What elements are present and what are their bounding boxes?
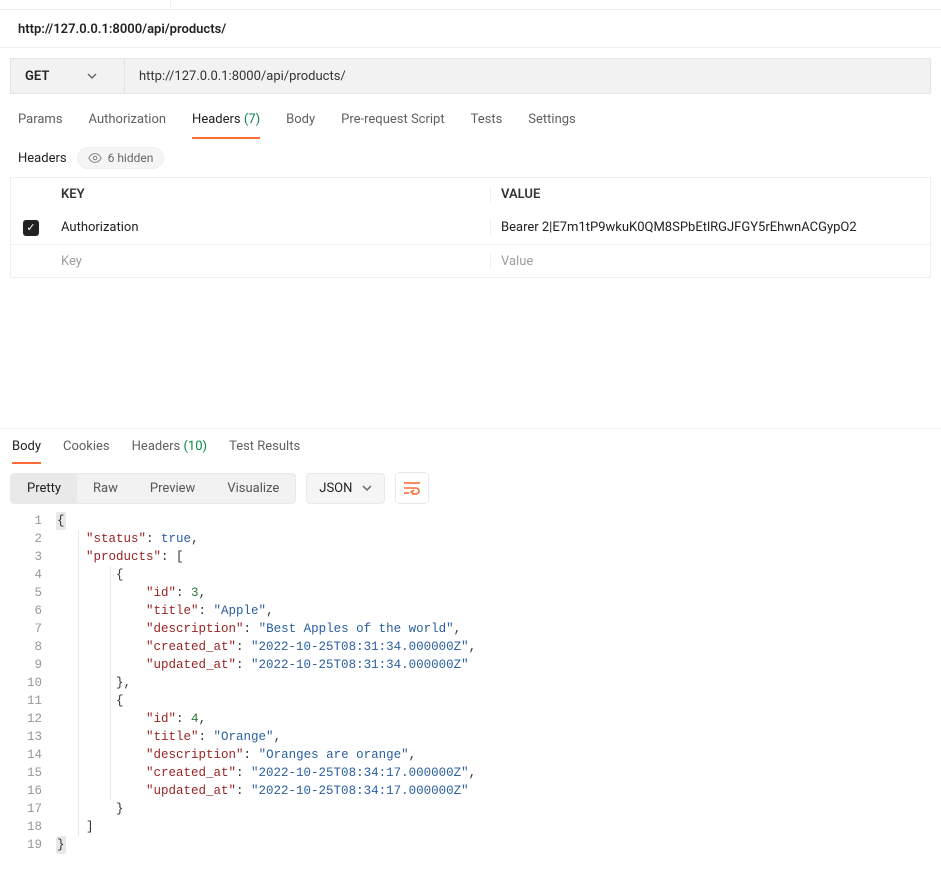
tab-count: (7) bbox=[241, 112, 261, 127]
response-controls: PrettyRawPreviewVisualize JSON bbox=[10, 464, 931, 512]
code-line: }, bbox=[56, 674, 931, 692]
headers-table: KEY VALUE ✓ AuthorizationBearer 2|E7m1tP9… bbox=[10, 177, 931, 278]
row-checkbox-empty bbox=[23, 253, 39, 269]
code-line: "title": "Apple", bbox=[56, 602, 931, 620]
code-line: "title": "Orange", bbox=[56, 728, 931, 746]
headers-label: Headers bbox=[18, 151, 67, 166]
code-line: { bbox=[56, 512, 931, 530]
code-line: ] bbox=[56, 818, 931, 836]
tab-count: (10) bbox=[180, 439, 207, 454]
request-row: GET http://127.0.0.1:8000/api/products/ bbox=[10, 58, 931, 94]
code-line: "id": 4, bbox=[56, 710, 931, 728]
code-line: { bbox=[56, 692, 931, 710]
code-line: "id": 3, bbox=[56, 584, 931, 602]
response-section: Body Cookies Headers (10) Test Results Pret… bbox=[0, 428, 941, 874]
headers-table-header: KEY VALUE bbox=[11, 178, 930, 211]
tab-settings[interactable]: Settings bbox=[528, 112, 575, 139]
tab-body[interactable]: Body bbox=[286, 112, 315, 139]
request-url-text: http://127.0.0.1:8000/api/products/ bbox=[139, 69, 346, 84]
hidden-headers-badge[interactable]: 6 hidden bbox=[77, 147, 165, 169]
response-tab-cookies[interactable]: Cookies bbox=[63, 439, 110, 464]
json-code: { "status": true, "products": [ { "id": … bbox=[56, 512, 931, 854]
line-gutter: 12345678910111213141516171819 bbox=[10, 512, 56, 854]
request-url-input[interactable]: http://127.0.0.1:8000/api/products/ bbox=[125, 58, 931, 94]
code-line: "products": [ bbox=[56, 548, 931, 566]
code-line: "description": "Best Apples of the world… bbox=[56, 620, 931, 638]
view-mode-segment: PrettyRawPreviewVisualize bbox=[10, 473, 296, 504]
http-method-dropdown[interactable]: GET bbox=[10, 58, 125, 94]
request-subtabs: Params Authorization Headers (7) Body Pre-re… bbox=[0, 104, 941, 139]
response-tabs: Body Cookies Headers (10) Test Results bbox=[10, 429, 931, 464]
row-checkbox[interactable]: ✓ bbox=[23, 220, 39, 236]
code-line: { bbox=[56, 566, 931, 584]
code-line: "description": "Oranges are orange", bbox=[56, 746, 931, 764]
new-value-input[interactable]: Value bbox=[490, 254, 930, 269]
chevron-down-icon bbox=[87, 71, 97, 81]
col-key: KEY bbox=[51, 187, 490, 202]
code-line: "created_at": "2022-10-25T08:31:34.00000… bbox=[56, 638, 931, 656]
eye-icon bbox=[88, 151, 102, 165]
format-dropdown[interactable]: JSON bbox=[306, 473, 385, 504]
view-mode-raw[interactable]: Raw bbox=[77, 474, 134, 503]
code-line: } bbox=[56, 836, 931, 854]
code-line: } bbox=[56, 800, 931, 818]
table-row[interactable]: ✓ AuthorizationBearer 2|E7m1tP9wkuK0QM8SP… bbox=[11, 211, 930, 244]
code-line: "created_at": "2022-10-25T08:34:17.00000… bbox=[56, 764, 931, 782]
code-line: "updated_at": "2022-10-25T08:31:34.00000… bbox=[56, 656, 931, 674]
request-title-bar: http://127.0.0.1:8000/api/products/ bbox=[0, 10, 941, 48]
col-value: VALUE bbox=[490, 187, 930, 202]
tab-authorization[interactable]: Authorization bbox=[89, 112, 167, 139]
headers-subheader: Headers 6 hidden bbox=[0, 139, 941, 177]
check-icon: ✓ bbox=[26, 222, 35, 233]
code-line: "updated_at": "2022-10-25T08:34:17.00000… bbox=[56, 782, 931, 800]
request-title: http://127.0.0.1:8000/api/products/ bbox=[18, 22, 923, 37]
editor-tab-strip bbox=[0, 0, 941, 10]
response-tab-body[interactable]: Body bbox=[12, 439, 41, 464]
tab-params[interactable]: Params bbox=[18, 112, 63, 139]
wrap-lines-button[interactable] bbox=[395, 472, 429, 504]
http-method-label: GET bbox=[25, 69, 49, 84]
hidden-headers-text: 6 hidden bbox=[108, 151, 154, 165]
tab-pre-request-script[interactable]: Pre-request Script bbox=[341, 112, 444, 139]
response-tab-test-results[interactable]: Test Results bbox=[229, 439, 300, 464]
code-line: "status": true, bbox=[56, 530, 931, 548]
tab-tests[interactable]: Tests bbox=[471, 112, 503, 139]
response-body[interactable]: 12345678910111213141516171819 { "status"… bbox=[10, 512, 931, 874]
view-mode-pretty[interactable]: Pretty bbox=[11, 474, 77, 503]
headers-new-row[interactable]: Key Value bbox=[11, 244, 930, 277]
tab-headers[interactable]: Headers (7) bbox=[192, 112, 260, 139]
view-mode-visualize[interactable]: Visualize bbox=[211, 474, 295, 503]
response-tab-headers[interactable]: Headers (10) bbox=[132, 439, 207, 464]
header-value-input[interactable]: Bearer 2|E7m1tP9wkuK0QM8SPbEtlRGJFGY5rEh… bbox=[490, 220, 930, 235]
new-key-input[interactable]: Key bbox=[51, 254, 490, 269]
header-key-input[interactable]: Authorization bbox=[51, 220, 490, 235]
wrap-icon bbox=[403, 481, 421, 495]
format-label: JSON bbox=[319, 481, 352, 496]
view-mode-preview[interactable]: Preview bbox=[134, 474, 211, 503]
chevron-down-icon bbox=[362, 483, 372, 493]
